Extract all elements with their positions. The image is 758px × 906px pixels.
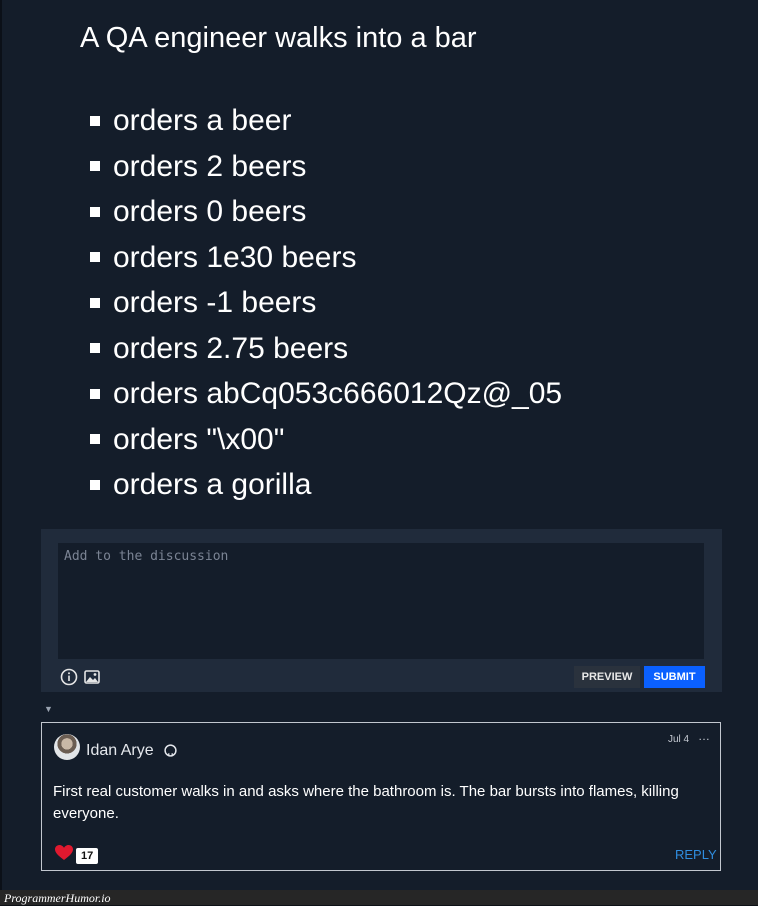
list-item: orders 2.75 beers <box>90 326 562 372</box>
submit-button[interactable]: SUBMIT <box>644 666 705 688</box>
order-list: orders a beer orders 2 beers orders 0 be… <box>90 98 562 508</box>
bullet-icon <box>90 343 100 354</box>
bullet-icon <box>90 115 100 126</box>
list-item: orders abCq053c666012Qz@_05 <box>90 371 562 417</box>
collapse-toggle-icon[interactable]: ▼ <box>44 704 53 714</box>
bullet-icon <box>90 297 100 308</box>
list-item: orders a gorilla <box>90 462 562 508</box>
comment-card: Idan Arye Jul 4 … First real customer wa… <box>41 722 721 871</box>
github-icon[interactable] <box>164 744 177 757</box>
heart-icon[interactable] <box>55 845 73 861</box>
list-item: orders 1e30 beers <box>90 235 562 281</box>
list-item-text: orders 1e30 beers <box>113 240 357 274</box>
bullet-icon <box>90 388 100 399</box>
comment-author[interactable]: Idan Arye <box>86 742 154 760</box>
list-item: orders 2 beers <box>90 144 562 190</box>
watermark: ProgrammerHumor.io <box>4 891 111 905</box>
list-item-text: orders 0 beers <box>113 195 307 228</box>
list-item-text: orders -1 beers <box>113 286 317 319</box>
list-item: orders "\x00" <box>90 417 562 463</box>
list-item-text: orders 2.75 beers <box>113 331 349 365</box>
post-panel: A QA engineer walks into a bar orders a … <box>0 0 758 890</box>
list-item-text: orders abCq053c666012Qz@_05 <box>113 377 563 410</box>
list-item-text: orders a beer <box>113 104 292 137</box>
avatar[interactable] <box>54 734 80 760</box>
bullet-icon <box>90 161 100 172</box>
preview-button[interactable]: PREVIEW <box>574 666 640 688</box>
list-item-text: orders 2 beers <box>113 149 307 183</box>
image-upload-icon[interactable] <box>83 668 101 686</box>
comment-date[interactable]: Jul 4 <box>668 734 689 745</box>
watermark-bar: ProgrammerHumor.io <box>0 890 758 905</box>
comment-body: First real customer walks in and asks wh… <box>53 783 679 822</box>
list-item: orders 0 beers <box>90 189 562 235</box>
list-item: orders -1 beers <box>90 280 562 326</box>
bullet-icon <box>90 206 100 217</box>
list-item-text: orders a gorilla <box>113 468 312 501</box>
post-title: A QA engineer walks into a bar <box>80 22 477 54</box>
reply-link[interactable]: REPLY <box>675 847 717 862</box>
bullet-icon <box>90 479 100 490</box>
discussion-input[interactable] <box>58 543 704 659</box>
bullet-icon <box>90 434 100 445</box>
bullet-icon <box>90 252 100 263</box>
list-item-text: orders "\x00" <box>113 422 285 456</box>
info-icon[interactable] <box>60 668 78 686</box>
list-item: orders a beer <box>90 98 562 144</box>
like-count: 17 <box>76 848 99 864</box>
more-options-icon[interactable]: … <box>698 729 710 743</box>
comment-composer: PREVIEW SUBMIT <box>41 529 722 692</box>
